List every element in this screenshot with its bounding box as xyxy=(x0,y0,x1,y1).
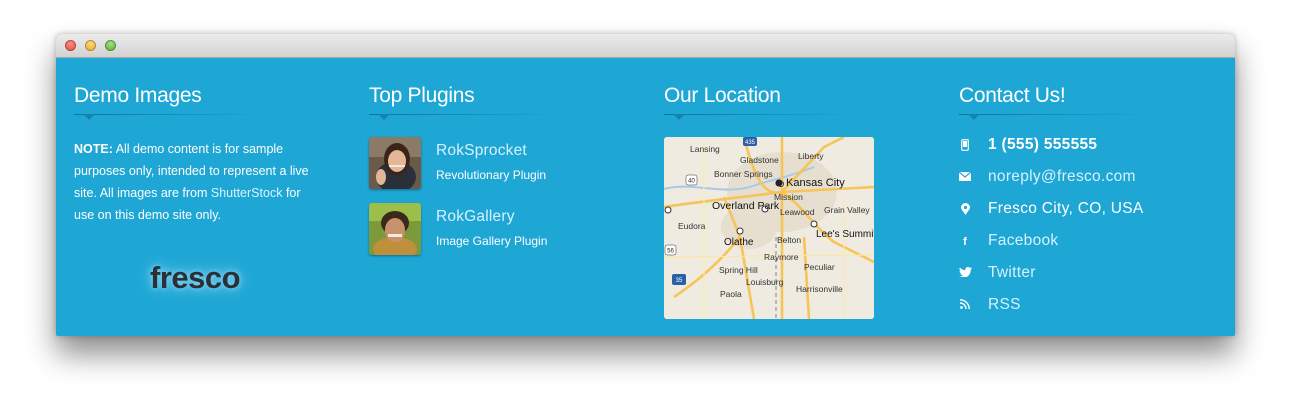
plugin-description: Image Gallery Plugin xyxy=(436,234,548,248)
plugin-title-link[interactable]: RokGallery xyxy=(436,208,515,226)
map-label: Eudora xyxy=(678,221,706,231)
plugin-thumbnail[interactable] xyxy=(369,203,421,255)
contact-address: Fresco City, CO, USA xyxy=(959,200,1219,222)
map-label: Belton xyxy=(777,235,801,245)
map-shield: 435 xyxy=(745,140,756,146)
contact-phone: 1 (555) 555555 xyxy=(959,136,1219,158)
note-label: NOTE: xyxy=(74,142,113,156)
phone-number: 1 (555) 555555 xyxy=(988,136,1098,153)
location-map[interactable]: 435 40 56 35 Lansing Liberty Gladstone B… xyxy=(664,137,874,319)
title-divider-notch xyxy=(83,114,95,120)
map-label: Leawood xyxy=(780,207,815,217)
map-pin-icon xyxy=(959,203,971,217)
section-title: Demo Images xyxy=(74,84,202,107)
map-label: Raymore xyxy=(764,252,799,262)
title-divider-notch xyxy=(673,114,685,120)
minimize-window-button[interactable] xyxy=(85,40,96,51)
title-divider xyxy=(959,114,1149,115)
twitter-link[interactable]: Twitter xyxy=(988,264,1036,282)
zoom-window-button[interactable] xyxy=(105,40,116,51)
facebook-icon: f xyxy=(963,236,967,248)
title-divider xyxy=(369,114,559,115)
plugin-title-link[interactable]: RokSprocket xyxy=(436,142,527,160)
facebook-link[interactable]: Facebook xyxy=(988,232,1058,250)
map-shield: 40 xyxy=(688,179,695,185)
rss-link[interactable]: RSS xyxy=(988,296,1021,314)
plugin-item: RokSprocket Revolutionary Plugin xyxy=(369,137,629,189)
map-label: Gladstone xyxy=(740,155,779,165)
plugin-thumbnail[interactable] xyxy=(369,137,421,189)
map-label: Kansas City xyxy=(786,177,845,189)
window-titlebar xyxy=(56,34,1235,58)
title-divider-notch xyxy=(378,114,390,120)
section-title: Our Location xyxy=(664,84,781,107)
map-label: Overland Park xyxy=(712,200,780,212)
plugin-item: RokGallery Image Gallery Plugin xyxy=(369,203,629,255)
map-label: Liberty xyxy=(798,151,824,161)
twitter-icon xyxy=(959,267,972,281)
envelope-icon xyxy=(958,171,972,185)
fresco-logo[interactable]: fresco xyxy=(150,260,241,296)
close-window-button[interactable] xyxy=(65,40,76,51)
section-title: Contact Us! xyxy=(959,84,1066,107)
demo-note: NOTE: All demo content is for sample pur… xyxy=(74,138,314,226)
title-divider-notch xyxy=(968,114,980,120)
email-link[interactable]: noreply@fresco.com xyxy=(988,168,1136,186)
title-divider xyxy=(664,114,854,115)
plugin-description: Revolutionary Plugin xyxy=(436,168,547,182)
contact-facebook: f Facebook xyxy=(959,232,1219,254)
map-label: Harrisonville xyxy=(796,284,843,294)
map-label: Olathe xyxy=(724,237,754,248)
map-shield: 35 xyxy=(676,278,683,284)
browser-window: Demo Images NOTE: All demo content is fo… xyxy=(56,34,1235,336)
map-label: Grain Valley xyxy=(824,205,870,215)
shutterstock-link[interactable]: ShutterStock xyxy=(211,186,283,200)
section-title: Top Plugins xyxy=(369,84,475,107)
map-label: Bonner Springs xyxy=(714,169,773,179)
title-divider xyxy=(74,114,264,115)
map-label: Lansing xyxy=(690,144,720,154)
contact-twitter: Twitter xyxy=(959,264,1219,286)
map-label: Louisburg xyxy=(746,277,784,287)
map-label: Lee's Summit xyxy=(816,229,874,240)
map-label: Peculiar xyxy=(804,262,835,272)
map-shield: 56 xyxy=(667,249,674,255)
contact-rss: RSS xyxy=(959,296,1219,318)
map-label: Paola xyxy=(720,289,742,299)
address-text: Fresco City, CO, USA xyxy=(988,200,1144,217)
rss-icon xyxy=(959,299,971,313)
phone-icon xyxy=(959,139,971,153)
map-label: Spring Hill xyxy=(719,265,758,275)
contact-email: noreply@fresco.com xyxy=(958,168,1219,190)
